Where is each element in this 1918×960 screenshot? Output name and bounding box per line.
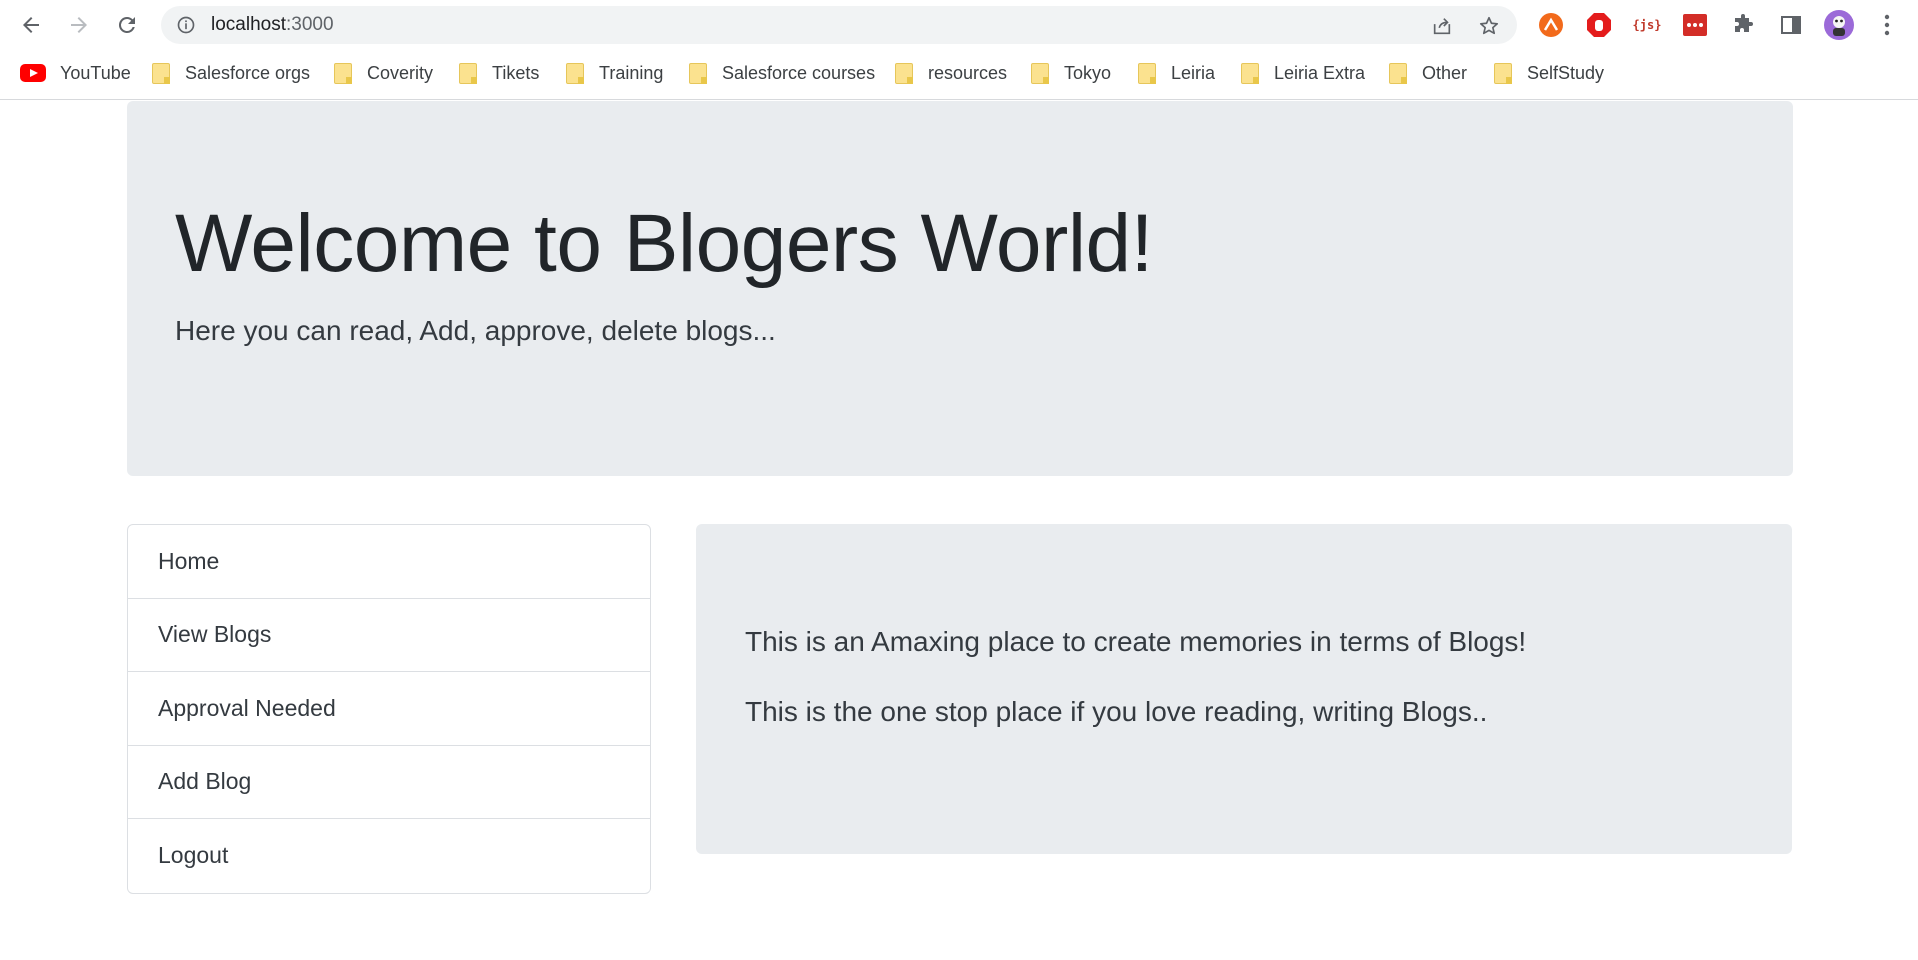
share-icon: [1433, 18, 1451, 35]
back-button[interactable]: [15, 9, 47, 41]
bookmark-folder-training[interactable]: Training: [566, 60, 663, 86]
folder-icon: [459, 62, 477, 84]
adblock-extension-icon[interactable]: [1584, 10, 1614, 40]
menu-item-logout[interactable]: Logout: [128, 819, 650, 893]
bookmark-youtube[interactable]: YouTube: [20, 60, 131, 86]
bookmark-folder-resources[interactable]: resources: [895, 60, 1007, 86]
address-bar[interactable]: localhost:3000: [161, 6, 1517, 44]
puzzle-icon: [1735, 14, 1753, 32]
folder-icon: [1138, 62, 1156, 84]
url-port: :3000: [286, 14, 334, 35]
reload-icon: [118, 16, 135, 33]
js-extension-icon[interactable]: {js}: [1632, 10, 1662, 40]
folder-icon: [1389, 62, 1407, 84]
bookmarks-bar: YouTube Salesforce orgs Coverity Tikets …: [0, 50, 1918, 100]
folder-icon: [1031, 62, 1049, 84]
page-subtitle: Here you can read, Add, approve, delete …: [175, 315, 776, 346]
intro-content-box: This is an Amaxing place to create memor…: [696, 524, 1792, 854]
bookmark-folder-other[interactable]: Other: [1389, 60, 1467, 86]
bookmark-folder-selfstudy[interactable]: SelfStudy: [1494, 60, 1604, 86]
url-text[interactable]: localhost:3000: [211, 6, 334, 44]
bookmark-label: Other: [1422, 62, 1468, 83]
youtube-icon: [20, 64, 46, 82]
intro-text-line-1: This is an Amaxing place to create memor…: [745, 626, 1527, 657]
folder-icon: [152, 62, 170, 84]
bookmark-label: SelfStudy: [1527, 62, 1605, 83]
folder-icon: [566, 62, 584, 84]
arrow-right-icon: [71, 17, 87, 33]
bookmark-label: resources: [928, 62, 1008, 83]
sidebar-menu: Home View Blogs Approval Needed Add Blog…: [127, 524, 651, 894]
browser-toolbar: localhost:3000 {js}: [0, 0, 1918, 50]
extension-orange-icon[interactable]: [1536, 10, 1566, 40]
folder-icon: [689, 62, 707, 84]
bookmark-label: Salesforce courses: [722, 62, 876, 83]
puzzle-extensions-button[interactable]: [1728, 10, 1758, 40]
side-panel-button[interactable]: [1776, 10, 1806, 40]
bookmark-star-button[interactable]: [1476, 13, 1502, 39]
bookmark-label: Leiria Extra: [1274, 62, 1366, 83]
menu-item-view-blogs[interactable]: View Blogs: [128, 599, 650, 672]
side-panel-icon: [1781, 16, 1801, 34]
url-host: localhost: [211, 14, 286, 35]
bookmark-label: Salesforce orgs: [185, 62, 311, 83]
welcome-jumbotron: Welcome to Blogers World! Here you can r…: [127, 101, 1793, 476]
folder-icon: [334, 62, 352, 84]
kebab-menu-icon: [1884, 14, 1890, 36]
menu-item-add-blog[interactable]: Add Blog: [128, 746, 650, 819]
folder-icon: [1241, 62, 1259, 84]
bookmark-folder-tokyo[interactable]: Tokyo: [1031, 60, 1111, 86]
bookmark-label: Leiria: [1171, 62, 1216, 83]
bookmark-label: YouTube: [60, 62, 131, 83]
page-title: Welcome to Blogers World!: [175, 198, 1153, 289]
bookmark-folder-leiria[interactable]: Leiria: [1138, 60, 1215, 86]
site-info-icon[interactable]: [176, 15, 196, 35]
bookmark-label: Tikets: [492, 62, 540, 83]
forward-button[interactable]: [63, 9, 95, 41]
bookmark-folder-salesforce-orgs[interactable]: Salesforce orgs: [152, 60, 310, 86]
menu-item-approval-needed[interactable]: Approval Needed: [128, 672, 650, 746]
arrow-left-icon: [23, 17, 39, 33]
bookmark-label: Training: [599, 62, 664, 83]
bookmark-folder-coverity[interactable]: Coverity: [334, 60, 433, 86]
bookmark-folder-tikets[interactable]: Tikets: [459, 60, 539, 86]
intro-text-line-2: This is the one stop place if you love r…: [745, 696, 1488, 727]
js-extension-label: {js}: [1632, 18, 1662, 32]
bookmark-label: Tokyo: [1064, 62, 1112, 83]
bookmark-folder-leiria-extra[interactable]: Leiria Extra: [1241, 60, 1365, 86]
chrome-menu-button[interactable]: [1872, 10, 1902, 40]
bookmark-label: Coverity: [367, 62, 434, 83]
lastpass-extension-icon[interactable]: [1680, 10, 1710, 40]
bookmark-folder-salesforce-courses[interactable]: Salesforce courses: [689, 60, 875, 86]
reload-button[interactable]: [111, 9, 143, 41]
menu-item-home[interactable]: Home: [128, 525, 650, 599]
profile-avatar[interactable]: [1824, 10, 1854, 40]
folder-icon: [895, 62, 913, 84]
folder-icon: [1494, 62, 1512, 84]
share-button[interactable]: [1429, 13, 1455, 39]
star-icon: [1479, 16, 1499, 35]
